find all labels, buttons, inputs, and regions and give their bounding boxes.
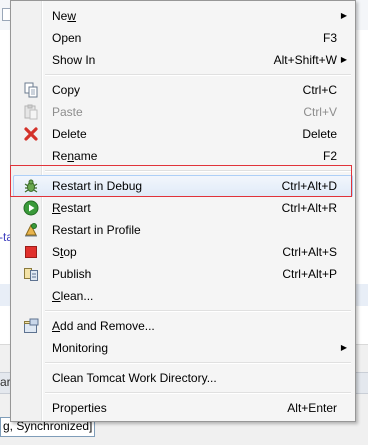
menu-item-monitoring[interactable]: Monitoring ▶ — [13, 337, 353, 359]
menu-item-label: Publish — [52, 267, 92, 281]
menu-item-stop[interactable]: Stop Ctrl+Alt+S — [13, 241, 353, 263]
menu-item-label: Paste — [52, 105, 83, 119]
restart-run-icon — [23, 200, 39, 216]
menu-item-label: Show In — [52, 53, 96, 67]
add-remove-icon — [23, 318, 39, 334]
menu-item-copy[interactable]: Copy Ctrl+C — [13, 79, 353, 101]
menu-item-open[interactable]: Open F3 — [13, 27, 353, 49]
menu-item-shortcut: Ctrl+Alt+R — [281, 201, 337, 215]
submenu-arrow-icon: ▶ — [340, 343, 347, 352]
submenu-arrow-icon: ▶ — [340, 11, 347, 20]
menu-item-label: Copy — [52, 83, 81, 97]
menu-item-restart-in-profile[interactable]: Restart in Profile — [13, 219, 353, 241]
menu-item-label: New — [52, 9, 77, 23]
menu-item-label: Open — [52, 31, 82, 45]
menu-item-label: Delete — [52, 127, 87, 141]
menu-separator — [45, 74, 351, 76]
menu-item-show-in[interactable]: Show In Alt+Shift+W ▶ — [13, 49, 353, 71]
highlight-annotation-box — [10, 165, 352, 197]
menu-item-shortcut: Alt+Enter — [287, 401, 337, 415]
menu-item-label: Stop — [52, 245, 77, 259]
menu-item-label: Rename — [52, 149, 98, 163]
menu-item-shortcut: Alt+Shift+W — [273, 53, 337, 67]
stop-icon — [23, 244, 39, 260]
menu-item-label: Restart in Profile — [52, 223, 141, 237]
menu-item-clean-tomcat-work-directory[interactable]: Clean Tomcat Work Directory... — [13, 367, 353, 389]
menu-item-shortcut: Ctrl+Alt+S — [282, 245, 337, 259]
menu-item-clean[interactable]: Clean... — [13, 285, 353, 307]
menu-item-shortcut: F2 — [322, 149, 337, 163]
menu-separator — [45, 362, 351, 364]
delete-icon — [23, 126, 39, 142]
context-menu: New ▶ Open F3 Show In Alt+Shift+W ▶ Copy… — [10, 0, 356, 422]
menu-item-new[interactable]: New ▶ — [13, 5, 353, 27]
publish-icon — [23, 266, 39, 282]
menu-item-paste[interactable]: Paste Ctrl+V — [13, 101, 353, 123]
menu-item-add-and-remove[interactable]: Add and Remove... — [13, 315, 353, 337]
menu-item-label: Restart — [52, 201, 91, 215]
profile-icon — [23, 222, 39, 238]
menu-item-label: Monitoring — [52, 341, 109, 355]
menu-item-label: Clean... — [52, 289, 94, 303]
menu-item-delete[interactable]: Delete Delete — [13, 123, 353, 145]
menu-item-label: Add and Remove... — [52, 319, 155, 333]
menu-item-publish[interactable]: Publish Ctrl+Alt+P — [13, 263, 353, 285]
menu-item-shortcut: Ctrl+V — [303, 105, 337, 119]
paste-icon — [23, 104, 39, 120]
copy-icon — [23, 82, 39, 98]
menu-item-shortcut: F3 — [322, 31, 337, 45]
menu-item-label: Properties — [52, 401, 107, 415]
submenu-arrow-icon: ▶ — [340, 55, 347, 64]
menu-separator — [45, 392, 351, 394]
menu-item-shortcut: Ctrl+Alt+P — [282, 267, 337, 281]
menu-item-shortcut: Delete — [302, 127, 337, 141]
menu-item-label: Clean Tomcat Work Directory... — [52, 371, 217, 385]
menu-separator — [45, 310, 351, 312]
menu-item-shortcut: Ctrl+C — [302, 83, 337, 97]
menu-item-rename[interactable]: Rename F2 — [13, 145, 353, 167]
menu-item-restart[interactable]: Restart Ctrl+Alt+R — [13, 197, 353, 219]
menu-item-properties[interactable]: Properties Alt+Enter — [13, 397, 353, 419]
